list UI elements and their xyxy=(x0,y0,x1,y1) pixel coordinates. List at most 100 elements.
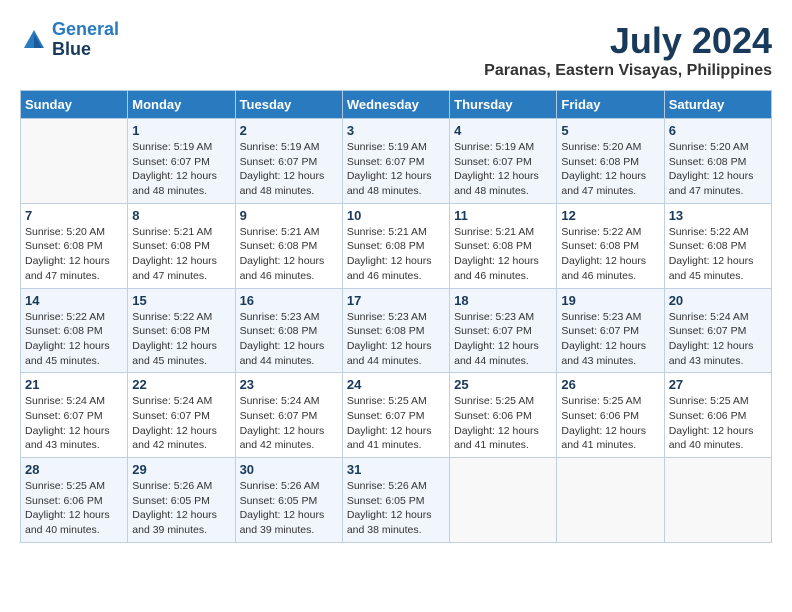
location-title: Paranas, Eastern Visayas, Philippines xyxy=(484,62,772,80)
day-number: 29 xyxy=(132,462,230,477)
header-cell-sunday: Sunday xyxy=(21,91,128,119)
logo-text: General Blue xyxy=(52,20,119,60)
day-info: Sunrise: 5:21 AM Sunset: 6:08 PM Dayligh… xyxy=(132,225,230,284)
day-cell: 5 Sunrise: 5:20 AM Sunset: 6:08 PM Daylig… xyxy=(557,119,664,204)
day-info: Sunrise: 5:22 AM Sunset: 6:08 PM Dayligh… xyxy=(25,310,123,369)
day-number: 31 xyxy=(347,462,445,477)
day-info: Sunrise: 5:22 AM Sunset: 6:08 PM Dayligh… xyxy=(669,225,767,284)
day-cell: 30 Sunrise: 5:26 AM Sunset: 6:05 PM Dayli… xyxy=(235,458,342,543)
day-number: 13 xyxy=(669,208,767,223)
day-number: 17 xyxy=(347,293,445,308)
day-cell: 11Sunrise: 5:21 AM Sunset: 6:08 PM Dayli… xyxy=(450,203,557,288)
day-number: 19 xyxy=(561,293,659,308)
day-number: 23 xyxy=(240,377,338,392)
day-number: 6 xyxy=(669,123,767,138)
day-number: 9 xyxy=(240,208,338,223)
day-cell xyxy=(664,458,771,543)
day-cell: 1Sunrise: 5:19 AM Sunset: 6:07 PM Daylig… xyxy=(128,119,235,204)
day-number: 4 xyxy=(454,123,552,138)
day-cell: 21 Sunrise: 5:24 AM Sunset: 6:07 PM Dayli… xyxy=(21,373,128,458)
header-cell-monday: Monday xyxy=(128,91,235,119)
day-cell: 25 Sunrise: 5:25 AM Sunset: 6:06 PM Dayli… xyxy=(450,373,557,458)
header-cell-friday: Friday xyxy=(557,91,664,119)
day-info: Sunrise: 5:26 AM Sunset: 6:05 PM Dayligh… xyxy=(132,479,230,538)
day-number: 3 xyxy=(347,123,445,138)
day-cell xyxy=(557,458,664,543)
day-info: Sunrise: 5:25 AM Sunset: 6:06 PM Dayligh… xyxy=(454,394,552,453)
day-number: 26 xyxy=(561,377,659,392)
header-row: SundayMondayTuesdayWednesdayThursdayFrid… xyxy=(21,91,772,119)
week-row-5: 28 Sunrise: 5:25 AM Sunset: 6:06 PM Dayli… xyxy=(21,458,772,543)
header-cell-wednesday: Wednesday xyxy=(342,91,449,119)
day-cell xyxy=(450,458,557,543)
day-info: Sunrise: 5:21 AM Sunset: 6:08 PM Dayligh… xyxy=(454,225,552,284)
day-number: 14 xyxy=(25,293,123,308)
day-info: Sunrise: 5:19 AM Sunset: 6:07 PM Dayligh… xyxy=(347,140,445,199)
header-cell-thursday: Thursday xyxy=(450,91,557,119)
day-info: Sunrise: 5:21 AM Sunset: 6:08 PM Dayligh… xyxy=(347,225,445,284)
day-info: Sunrise: 5:21 AM Sunset: 6:08 PM Dayligh… xyxy=(240,225,338,284)
day-info: Sunrise: 5:26 AM Sunset: 6:05 PM Dayligh… xyxy=(347,479,445,538)
day-info: Sunrise: 5:23 AM Sunset: 6:07 PM Dayligh… xyxy=(454,310,552,369)
day-cell: 12Sunrise: 5:22 AM Sunset: 6:08 PM Dayli… xyxy=(557,203,664,288)
day-cell: 18Sunrise: 5:23 AM Sunset: 6:07 PM Dayli… xyxy=(450,288,557,373)
day-number: 21 xyxy=(25,377,123,392)
week-row-1: 1Sunrise: 5:19 AM Sunset: 6:07 PM Daylig… xyxy=(21,119,772,204)
day-cell: 9 Sunrise: 5:21 AM Sunset: 6:08 PM Daylig… xyxy=(235,203,342,288)
day-info: Sunrise: 5:20 AM Sunset: 6:08 PM Dayligh… xyxy=(561,140,659,199)
calendar-table: SundayMondayTuesdayWednesdayThursdayFrid… xyxy=(20,90,772,543)
day-number: 8 xyxy=(132,208,230,223)
day-cell: 14 Sunrise: 5:22 AM Sunset: 6:08 PM Dayli… xyxy=(21,288,128,373)
day-number: 27 xyxy=(669,377,767,392)
title-area: July 2024 Paranas, Eastern Visayas, Phil… xyxy=(484,20,772,80)
day-cell: 27Sunrise: 5:25 AM Sunset: 6:06 PM Dayli… xyxy=(664,373,771,458)
day-cell: 22 Sunrise: 5:24 AM Sunset: 6:07 PM Dayli… xyxy=(128,373,235,458)
week-row-2: 7Sunrise: 5:20 AM Sunset: 6:08 PM Daylig… xyxy=(21,203,772,288)
day-info: Sunrise: 5:25 AM Sunset: 6:06 PM Dayligh… xyxy=(561,394,659,453)
day-number: 28 xyxy=(25,462,123,477)
day-cell: 10 Sunrise: 5:21 AM Sunset: 6:08 PM Dayli… xyxy=(342,203,449,288)
logo: General Blue xyxy=(20,20,119,60)
day-number: 22 xyxy=(132,377,230,392)
day-info: Sunrise: 5:24 AM Sunset: 6:07 PM Dayligh… xyxy=(669,310,767,369)
day-info: Sunrise: 5:26 AM Sunset: 6:05 PM Dayligh… xyxy=(240,479,338,538)
month-title: July 2024 xyxy=(484,20,772,62)
day-info: Sunrise: 5:23 AM Sunset: 6:08 PM Dayligh… xyxy=(347,310,445,369)
header-cell-saturday: Saturday xyxy=(664,91,771,119)
day-cell: 8 Sunrise: 5:21 AM Sunset: 6:08 PM Daylig… xyxy=(128,203,235,288)
day-info: Sunrise: 5:23 AM Sunset: 6:08 PM Dayligh… xyxy=(240,310,338,369)
day-cell: 4 Sunrise: 5:19 AM Sunset: 6:07 PM Daylig… xyxy=(450,119,557,204)
day-cell: 3 Sunrise: 5:19 AM Sunset: 6:07 PM Daylig… xyxy=(342,119,449,204)
day-info: Sunrise: 5:22 AM Sunset: 6:08 PM Dayligh… xyxy=(561,225,659,284)
day-number: 15 xyxy=(132,293,230,308)
day-info: Sunrise: 5:25 AM Sunset: 6:06 PM Dayligh… xyxy=(25,479,123,538)
day-cell: 31 Sunrise: 5:26 AM Sunset: 6:05 PM Dayli… xyxy=(342,458,449,543)
logo-icon xyxy=(20,26,48,54)
day-number: 10 xyxy=(347,208,445,223)
day-info: Sunrise: 5:24 AM Sunset: 6:07 PM Dayligh… xyxy=(25,394,123,453)
day-number: 30 xyxy=(240,462,338,477)
day-cell: 2Sunrise: 5:19 AM Sunset: 6:07 PM Daylig… xyxy=(235,119,342,204)
day-number: 25 xyxy=(454,377,552,392)
day-cell: 6Sunrise: 5:20 AM Sunset: 6:08 PM Daylig… xyxy=(664,119,771,204)
day-cell xyxy=(21,119,128,204)
day-info: Sunrise: 5:22 AM Sunset: 6:08 PM Dayligh… xyxy=(132,310,230,369)
day-number: 5 xyxy=(561,123,659,138)
day-cell: 29 Sunrise: 5:26 AM Sunset: 6:05 PM Dayli… xyxy=(128,458,235,543)
page-header: General Blue July 2024 Paranas, Eastern … xyxy=(20,20,772,80)
week-row-4: 21 Sunrise: 5:24 AM Sunset: 6:07 PM Dayli… xyxy=(21,373,772,458)
day-cell: 20 Sunrise: 5:24 AM Sunset: 6:07 PM Dayli… xyxy=(664,288,771,373)
day-info: Sunrise: 5:25 AM Sunset: 6:07 PM Dayligh… xyxy=(347,394,445,453)
day-cell: 7Sunrise: 5:20 AM Sunset: 6:08 PM Daylig… xyxy=(21,203,128,288)
day-info: Sunrise: 5:19 AM Sunset: 6:07 PM Dayligh… xyxy=(454,140,552,199)
week-row-3: 14 Sunrise: 5:22 AM Sunset: 6:08 PM Dayli… xyxy=(21,288,772,373)
header-cell-tuesday: Tuesday xyxy=(235,91,342,119)
day-cell: 23Sunrise: 5:24 AM Sunset: 6:07 PM Dayli… xyxy=(235,373,342,458)
day-cell: 16Sunrise: 5:23 AM Sunset: 6:08 PM Dayli… xyxy=(235,288,342,373)
day-number: 20 xyxy=(669,293,767,308)
day-info: Sunrise: 5:19 AM Sunset: 6:07 PM Dayligh… xyxy=(240,140,338,199)
day-info: Sunrise: 5:24 AM Sunset: 6:07 PM Dayligh… xyxy=(132,394,230,453)
day-info: Sunrise: 5:19 AM Sunset: 6:07 PM Dayligh… xyxy=(132,140,230,199)
day-cell: 17 Sunrise: 5:23 AM Sunset: 6:08 PM Dayli… xyxy=(342,288,449,373)
day-number: 24 xyxy=(347,377,445,392)
